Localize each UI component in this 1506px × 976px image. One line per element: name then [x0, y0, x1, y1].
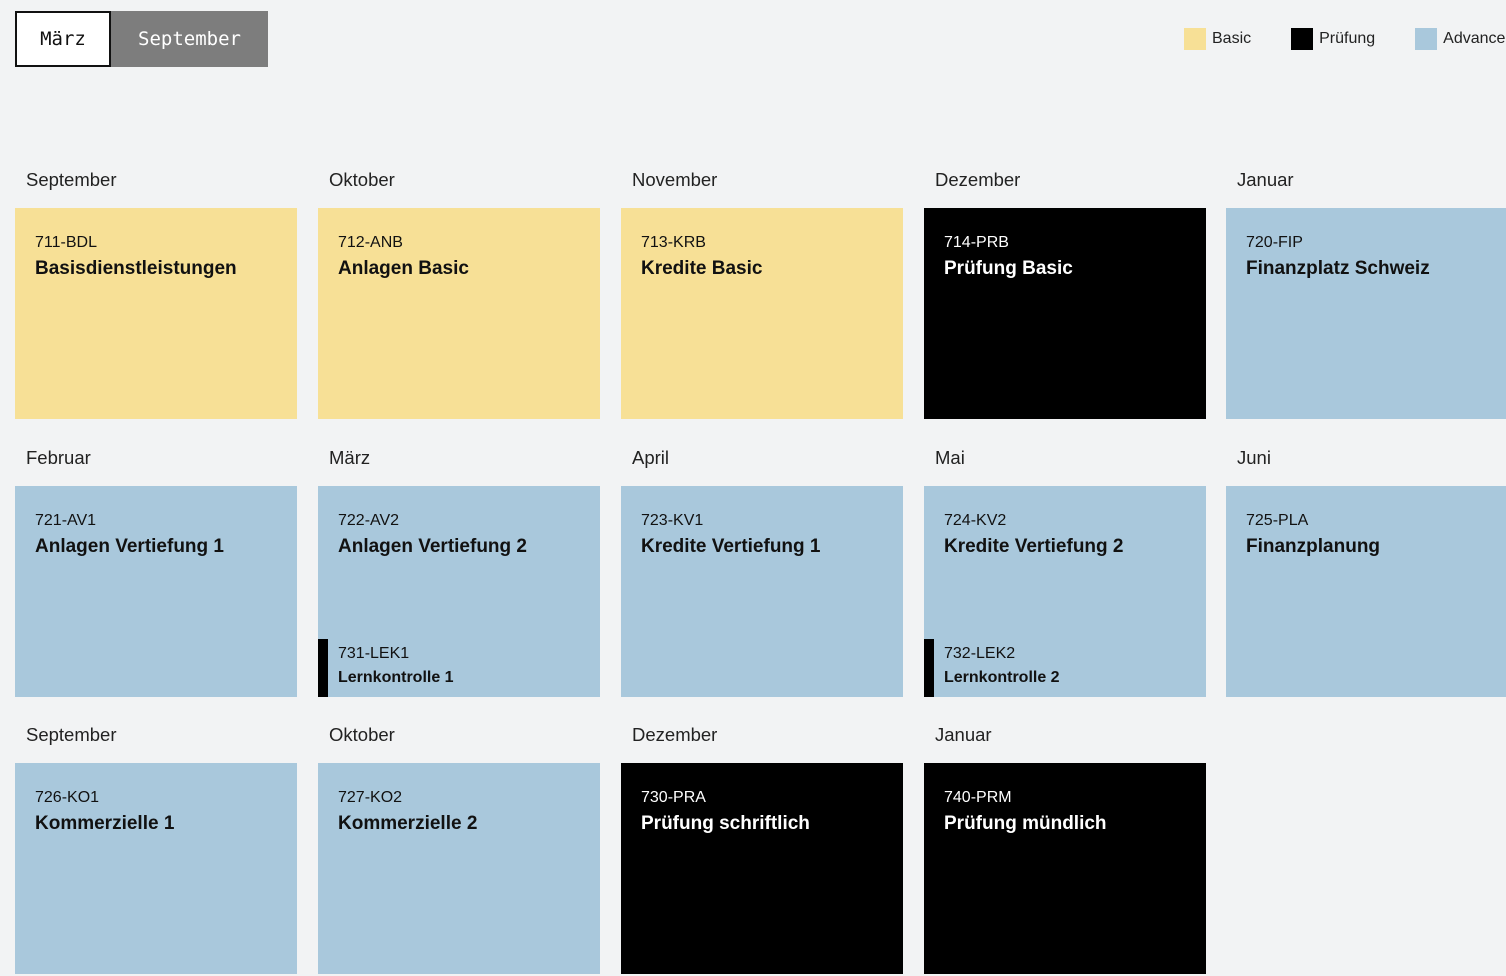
module-card[interactable]: 740-PRM Prüfung mündlich: [924, 763, 1206, 974]
month-label: November: [632, 169, 718, 190]
module-cell: Januar 740-PRM Prüfung mündlich: [924, 715, 1206, 974]
legend-item-basic: Basic: [1184, 28, 1251, 50]
legend-item-advanced: Advanced: [1415, 28, 1506, 50]
module-cell: April 723-KV1 Kredite Vertiefung 1: [621, 438, 903, 697]
sub-module-title: Lernkontrolle 1: [338, 669, 454, 686]
module-code: 740-PRM: [944, 789, 1012, 806]
month-label: September: [26, 169, 117, 190]
month-label: Februar: [26, 447, 91, 468]
module-card[interactable]: 727-KO2 Kommerzielle 2: [318, 763, 600, 974]
month-label: Dezember: [632, 724, 718, 745]
module-card[interactable]: 713-KRB Kredite Basic: [621, 208, 903, 419]
module-cell: Dezember 714-PRB Prüfung Basic: [924, 160, 1206, 419]
month-label: Dezember: [935, 169, 1021, 190]
module-cell: November 713-KRB Kredite Basic: [621, 160, 903, 419]
sub-module-marker: [318, 639, 328, 697]
module-title: Kredite Vertiefung 2: [944, 536, 1124, 557]
module-card[interactable]: 724-KV2 Kredite Vertiefung 2 732-LEK2 Le…: [924, 486, 1206, 697]
legend-swatch-pruefung: [1291, 28, 1314, 50]
month-label: Oktober: [329, 169, 395, 190]
legend-label: Prüfung: [1319, 30, 1376, 47]
module-cell: Oktober 727-KO2 Kommerzielle 2: [318, 715, 600, 974]
semester-toggle: März September: [15, 11, 268, 67]
module-card[interactable]: 726-KO1 Kommerzielle 1: [15, 763, 297, 974]
legend-swatch-advanced: [1415, 28, 1438, 50]
module-row: September 726-KO1 Kommerzielle 1 Oktober…: [15, 715, 1506, 975]
module-card[interactable]: 725-PLA Finanzplanung: [1226, 486, 1506, 697]
module-code: 727-KO2: [338, 789, 403, 806]
month-label: Juni: [1237, 447, 1271, 468]
module-title: Finanzplatz Schweiz: [1246, 258, 1430, 279]
module-card[interactable]: 721-AV1 Anlagen Vertiefung 1: [15, 486, 297, 697]
toggle-maerz-button[interactable]: März: [15, 11, 111, 67]
module-code: 714-PRB: [944, 234, 1009, 251]
module-code: 726-KO1: [35, 789, 100, 806]
sub-module-title: Lernkontrolle 2: [944, 669, 1060, 686]
module-code: 722-AV2: [338, 512, 400, 529]
sub-module-marker: [924, 639, 934, 697]
module-cell: Januar 720-FIP Finanzplatz Schweiz: [1226, 160, 1506, 419]
module-cell: Dezember 730-PRA Prüfung schriftlich: [621, 715, 903, 974]
module-code: 724-KV2: [944, 512, 1007, 529]
module-title: Kommerzielle 2: [338, 813, 478, 834]
legend-swatch-basic: [1184, 28, 1206, 50]
module-code: 725-PLA: [1246, 512, 1309, 529]
module-card[interactable]: 712-ANB Anlagen Basic: [318, 208, 600, 419]
module-title: Anlagen Vertiefung 2: [338, 536, 527, 557]
module-code: 721-AV1: [35, 512, 97, 529]
module-card[interactable]: 722-AV2 Anlagen Vertiefung 2 731-LEK1 Le…: [318, 486, 600, 697]
module-card[interactable]: 723-KV1 Kredite Vertiefung 1: [621, 486, 903, 697]
module-cell: September 711-BDL Basisdienstleistungen: [15, 160, 297, 419]
month-label: September: [26, 724, 117, 745]
legend-label: Advanced: [1443, 30, 1506, 47]
toggle-september-button[interactable]: September: [111, 11, 268, 67]
month-label: Januar: [935, 724, 992, 745]
module-code: 723-KV1: [641, 512, 704, 529]
module-code: 713-KRB: [641, 234, 706, 251]
module-card[interactable]: 730-PRA Prüfung schriftlich: [621, 763, 903, 974]
module-cell: Juni 725-PLA Finanzplanung: [1226, 438, 1506, 697]
month-label: Oktober: [329, 724, 395, 745]
sub-module-code: 731-LEK1: [338, 645, 410, 662]
legend-label: Basic: [1212, 30, 1252, 47]
module-cell: Oktober 712-ANB Anlagen Basic: [318, 160, 600, 419]
module-code: 711-BDL: [35, 234, 97, 251]
module-title: Anlagen Vertiefung 1: [35, 536, 224, 557]
module-title: Finanzplanung: [1246, 536, 1381, 557]
module-title: Kredite Vertiefung 1: [641, 536, 821, 557]
module-card[interactable]: 714-PRB Prüfung Basic: [924, 208, 1206, 419]
module-cell: Februar 721-AV1 Anlagen Vertiefung 1: [15, 438, 297, 697]
month-label: April: [632, 447, 670, 468]
module-title: Prüfung mündlich: [944, 813, 1107, 834]
module-cell: März 722-AV2 Anlagen Vertiefung 2 731-LE…: [318, 438, 600, 697]
month-label: Januar: [1237, 169, 1294, 190]
module-code: 720-FIP: [1246, 234, 1303, 251]
legend: Basic Prüfung Advanced: [1184, 28, 1506, 50]
legend-item-pruefung: Prüfung: [1291, 28, 1375, 50]
module-card[interactable]: 720-FIP Finanzplatz Schweiz: [1226, 208, 1506, 419]
module-title: Anlagen Basic: [338, 258, 469, 279]
module-row: Februar 721-AV1 Anlagen Vertiefung 1 Mär…: [15, 438, 1506, 698]
module-card[interactable]: 711-BDL Basisdienstleistungen: [15, 208, 297, 419]
module-title: Prüfung Basic: [944, 258, 1073, 279]
sub-module-code: 732-LEK2: [944, 645, 1016, 662]
module-code: 712-ANB: [338, 234, 403, 251]
sub-module-lernkontrolle[interactable]: 732-LEK2 Lernkontrolle 2: [924, 639, 1124, 697]
month-label: Mai: [935, 447, 965, 468]
sub-module-lernkontrolle[interactable]: 731-LEK1 Lernkontrolle 1: [318, 639, 518, 697]
module-cell: Mai 724-KV2 Kredite Vertiefung 2 732-LEK…: [924, 438, 1206, 697]
module-row: September 711-BDL Basisdienstleistungen …: [15, 160, 1506, 420]
module-title: Prüfung schriftlich: [641, 813, 810, 834]
module-code: 730-PRA: [641, 789, 706, 806]
module-cell: September 726-KO1 Kommerzielle 1: [15, 715, 297, 974]
module-title: Basisdienstleistungen: [35, 258, 237, 279]
module-title: Kommerzielle 1: [35, 813, 175, 834]
month-label: März: [329, 447, 371, 468]
module-title: Kredite Basic: [641, 258, 763, 279]
